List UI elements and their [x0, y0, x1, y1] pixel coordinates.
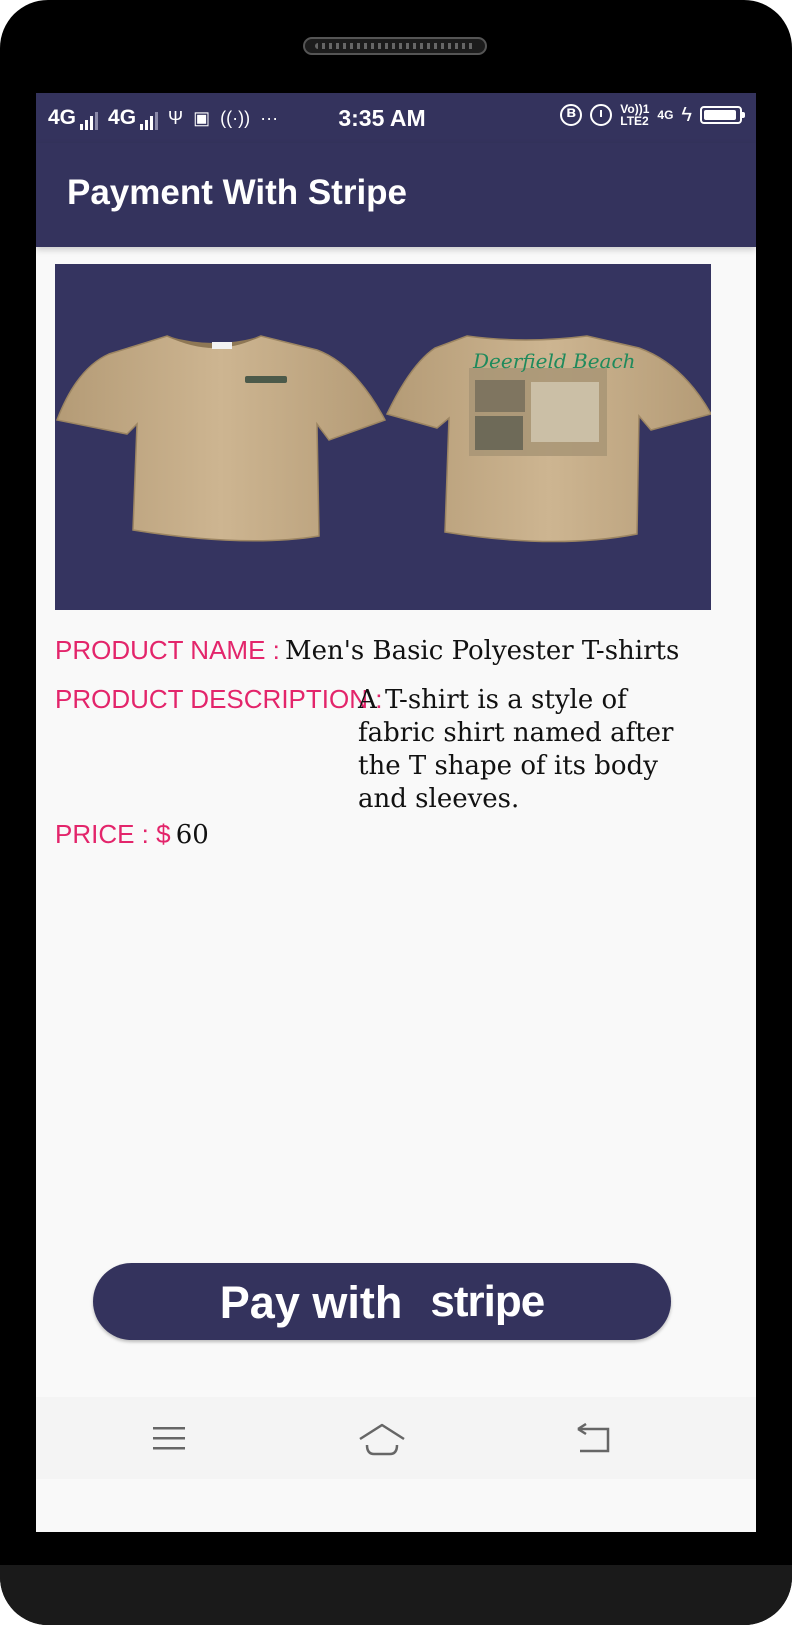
home-icon[interactable]	[358, 1423, 406, 1457]
bluetooth-icon	[560, 104, 583, 126]
product-image: Deerfield Beach	[55, 264, 711, 610]
status-right: Vo))1 LTE2 4G ϟ	[560, 103, 745, 127]
page-title: Payment With Stripe	[67, 173, 408, 212]
network-right-label: 4G	[657, 108, 674, 122]
charging-icon: ϟ	[681, 103, 692, 126]
tshirt-front	[55, 335, 387, 542]
navigation-bar	[36, 1397, 756, 1479]
tshirt-image: Deerfield Beach	[55, 335, 711, 543]
product-name-row: PRODUCT NAME : Men's Basic Polyester T-s…	[55, 635, 711, 666]
pay-button-label: Pay with	[219, 1276, 403, 1328]
product-description-value: A T-shirt is a style of fabric shirt nam…	[358, 685, 674, 814]
phone-frame: 4G 4G Ψ ▣ ((·)) ··· 3:35 AM Vo))1 LTE2	[0, 0, 792, 1625]
lte-indicator: Vo))1 LTE2	[620, 103, 649, 127]
tshirt-back: Deerfield Beach	[385, 335, 711, 543]
stripe-logo: stripe	[430, 1276, 545, 1326]
shirt-print-title: Deerfield Beach	[472, 349, 636, 373]
status-bar: 4G 4G Ψ ▣ ((·)) ··· 3:35 AM Vo))1 LTE2	[36, 93, 756, 143]
battery-icon	[700, 106, 745, 124]
product-price-label: PRICE : $	[55, 819, 171, 849]
menu-icon[interactable]	[151, 1423, 187, 1453]
screen: 4G 4G Ψ ▣ ((·)) ··· 3:35 AM Vo))1 LTE2	[36, 93, 756, 1532]
product-price-row: PRICE : $ 60	[55, 819, 711, 850]
product-description-label: PRODUCT DESCRIPTION :	[55, 684, 383, 714]
pay-with-stripe-button[interactable]: Pay with stripe	[93, 1263, 671, 1340]
alarm-icon	[590, 104, 613, 126]
back-icon[interactable]	[574, 1423, 612, 1455]
product-price-value: 60	[175, 820, 209, 850]
app-bar: Payment With Stripe	[36, 143, 756, 247]
product-name-value: Men's Basic Polyester T-shirts	[284, 636, 680, 666]
lte-label: LTE2	[620, 114, 649, 128]
phone-chin	[0, 1565, 792, 1625]
earpiece-speaker	[303, 37, 487, 55]
product-name-label: PRODUCT NAME :	[55, 635, 280, 665]
